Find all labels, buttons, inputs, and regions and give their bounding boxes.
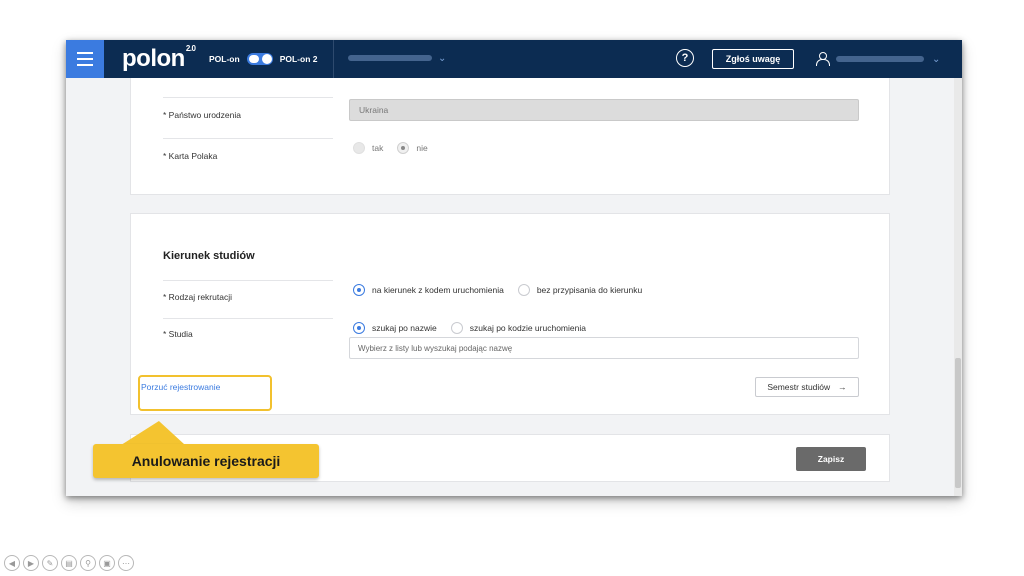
next-icon[interactable]: ▶ — [23, 555, 39, 571]
scrollbar-thumb[interactable] — [955, 358, 961, 488]
search-by-code-radio[interactable] — [450, 322, 463, 334]
app-window: polon2.0 POL-on POL-on 2 ⌄ ? Zgłoś uwagę… — [66, 40, 962, 496]
subtitles-icon[interactable]: ▣ — [99, 555, 115, 571]
polish-card-no-radio[interactable] — [397, 142, 410, 154]
tutorial-callout: Anulowanie rejestracji — [93, 444, 319, 478]
menu-hamburger-icon[interactable] — [66, 40, 104, 78]
studies-search-input[interactable]: Wybierz z listy lub wyszukaj podając naz… — [349, 337, 859, 359]
institution-name-redacted — [348, 55, 432, 61]
more-icon[interactable]: ⋯ — [118, 555, 134, 571]
polish-card-yes-radio[interactable] — [353, 142, 365, 154]
personal-data-card: * Państwo urodzenia Ukraina * Karta Pola… — [130, 78, 890, 195]
semester-button-label: Semestr studiów — [767, 382, 831, 392]
chevron-down-icon: ⌄ — [932, 53, 941, 65]
polish-card-yes-label: tak — [372, 143, 384, 153]
presentation-controls: ◀ ▶ ✎ ▤ ⚲ ▣ ⋯ — [4, 555, 134, 571]
studies-section-title: Kierunek studiów — [163, 250, 255, 262]
recruitment-with-code-label: na kierunek z kodem uruchomienia — [372, 285, 504, 295]
recruitment-without-field-label: bez przypisania do kierunku — [536, 285, 643, 295]
row-divider — [163, 318, 333, 319]
system-version-switch: POL-on POL-on 2 — [209, 40, 317, 78]
page-content: * Państwo urodzenia Ukraina * Karta Pola… — [66, 78, 954, 496]
user-menu[interactable]: ⌄ — [816, 49, 940, 69]
polish-card-label: * Karta Polaka — [163, 151, 218, 161]
abandon-link-highlight — [138, 375, 272, 411]
recruitment-type-options: na kierunek z kodem uruchomienia bez prz… — [353, 284, 642, 296]
polish-card-no-label: nie — [416, 143, 428, 153]
recruitment-with-code-radio[interactable] — [353, 284, 365, 296]
semester-button[interactable]: Semestr studiów → — [755, 377, 859, 397]
polish-card-options: tak nie — [353, 142, 428, 154]
studies-label: * Studia — [163, 329, 193, 339]
topbar-divider — [333, 40, 334, 78]
polon-logo[interactable]: polon2.0 — [122, 44, 196, 73]
highlighter-icon[interactable]: ▤ — [61, 555, 77, 571]
report-issue-button[interactable]: Zgłoś uwagę — [712, 49, 794, 69]
search-by-code-label: szukaj po kodzie uruchomienia — [469, 323, 586, 333]
pen-icon[interactable]: ✎ — [42, 555, 58, 571]
studies-search-mode-options: szukaj po nazwie szukaj po kodzie urucho… — [353, 322, 586, 334]
prev-icon[interactable]: ◀ — [4, 555, 20, 571]
birth-country-label: * Państwo urodzenia — [163, 110, 241, 120]
user-icon — [816, 52, 830, 66]
user-name-redacted — [836, 56, 924, 62]
birth-country-field: Ukraina — [349, 99, 859, 121]
row-divider — [163, 97, 333, 98]
toggle-left-label: POL-on — [209, 54, 240, 64]
chevron-down-icon: ⌄ — [438, 52, 447, 64]
logo-text: polon — [122, 45, 185, 72]
top-navigation-bar: polon2.0 POL-on POL-on 2 ⌄ ? Zgłoś uwagę… — [66, 40, 962, 78]
row-divider — [163, 280, 333, 281]
recruitment-type-label: * Rodzaj rekrutacji — [163, 292, 232, 302]
help-icon[interactable]: ? — [676, 49, 694, 67]
toggle-right-label: POL-on 2 — [279, 54, 318, 64]
zoom-icon[interactable]: ⚲ — [80, 555, 96, 571]
search-by-name-label: szukaj po nazwie — [372, 323, 437, 333]
version-toggle[interactable] — [246, 53, 273, 65]
vertical-scrollbar[interactable] — [954, 78, 962, 496]
save-button[interactable]: Zapisz — [796, 447, 866, 471]
logo-version: 2.0 — [185, 44, 196, 53]
row-divider — [163, 138, 333, 139]
recruitment-without-field-radio[interactable] — [517, 284, 530, 296]
arrow-right-icon: → — [838, 382, 847, 392]
search-by-name-radio[interactable] — [353, 322, 365, 334]
institution-selector[interactable]: ⌄ — [348, 52, 458, 64]
